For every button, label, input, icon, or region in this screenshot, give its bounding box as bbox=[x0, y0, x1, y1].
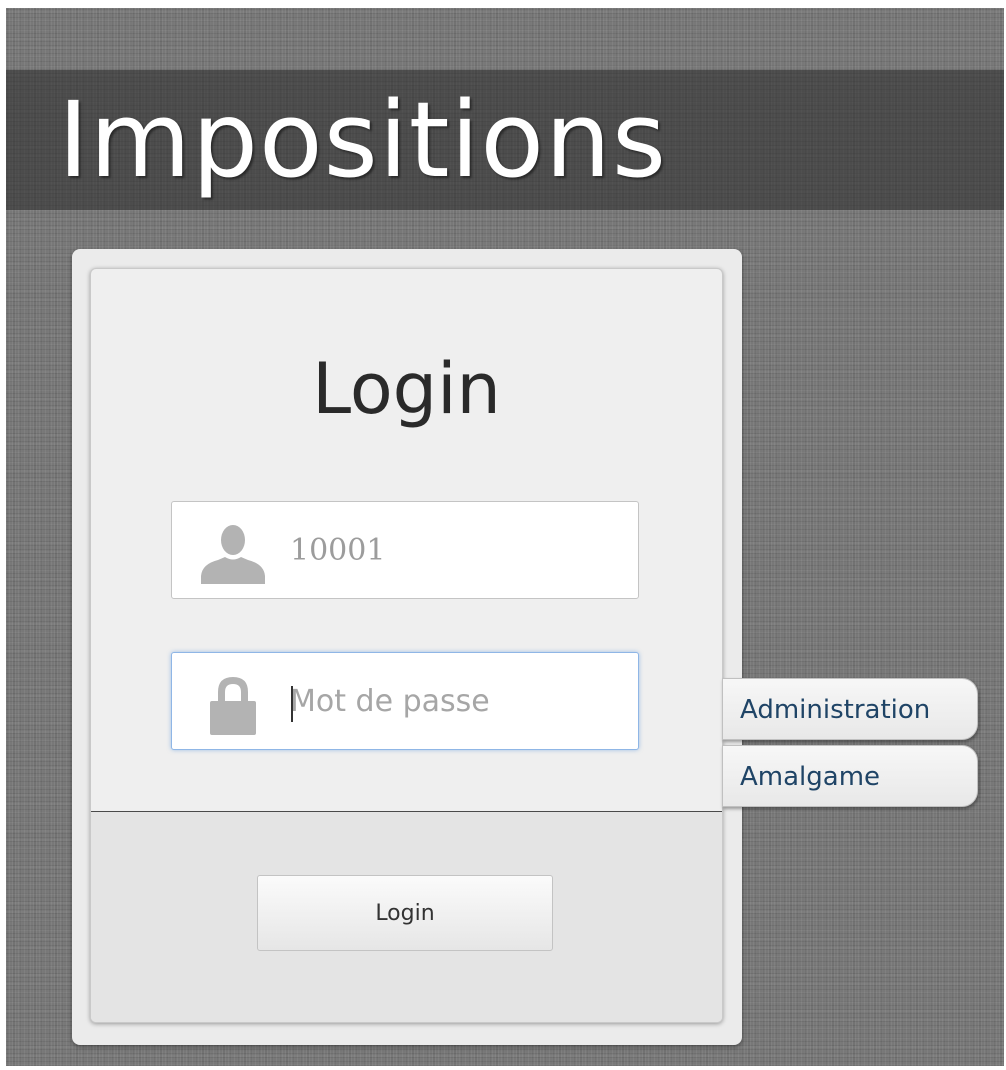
lock-icon bbox=[210, 677, 256, 735]
login-title: Login bbox=[312, 348, 501, 430]
tab-amalgame-label: Amalgame bbox=[740, 762, 881, 792]
username-input[interactable] bbox=[290, 502, 630, 598]
text-caret bbox=[291, 686, 293, 722]
login-panel: Login Login bbox=[72, 249, 742, 1045]
password-input[interactable] bbox=[290, 653, 630, 749]
login-button[interactable]: Login bbox=[257, 875, 553, 951]
tab-administration[interactable]: Administration bbox=[722, 678, 978, 740]
password-field[interactable] bbox=[171, 652, 639, 750]
login-footer: Login bbox=[91, 811, 722, 1022]
username-field[interactable] bbox=[171, 501, 639, 599]
page-background: Impositions Login Login bbox=[6, 8, 1004, 1066]
user-icon bbox=[201, 525, 265, 584]
login-card: Login Login bbox=[90, 268, 723, 1023]
app-title: Impositions bbox=[58, 79, 668, 201]
tab-amalgame[interactable]: Amalgame bbox=[722, 745, 978, 807]
tab-administration-label: Administration bbox=[740, 695, 931, 725]
